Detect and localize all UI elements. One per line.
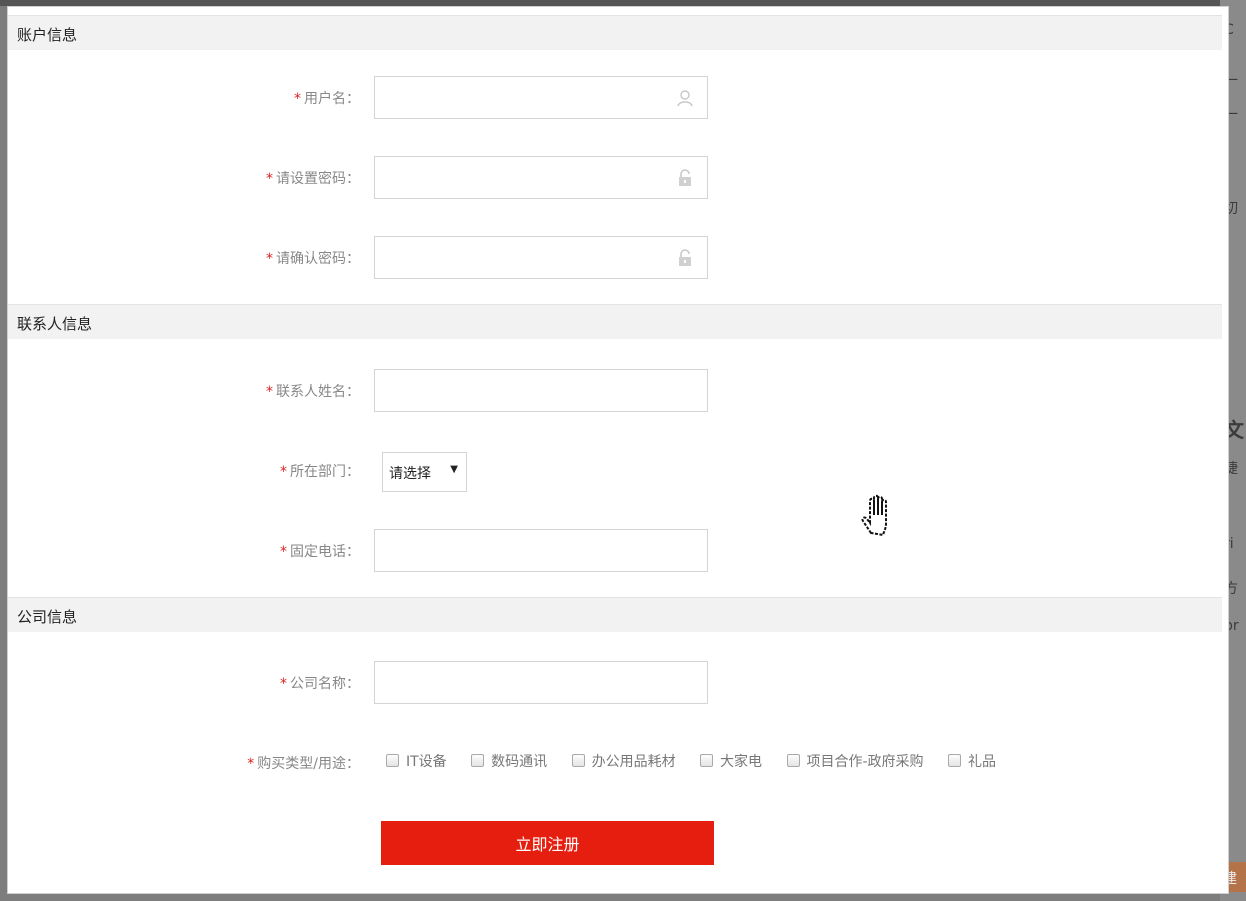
password-row: * 请设置密码： (8, 156, 1222, 200)
password-label-text: 请设置密码： (276, 171, 360, 187)
contact-name-label-text: 联系人姓名： (276, 384, 360, 400)
confirm-password-label-text: 请确认密码： (276, 251, 360, 267)
username-label: * 用户名： (294, 88, 360, 108)
section-header-company: 公司信息 (8, 597, 1222, 632)
contact-name-input[interactable] (374, 369, 708, 412)
required-mark: * (247, 756, 255, 772)
required-mark: * (266, 384, 273, 400)
username-label-text: 用户名： (304, 91, 360, 107)
purpose-label-text: 购买类型/用途： (257, 756, 360, 772)
phone-input[interactable] (374, 529, 708, 572)
purpose-row: * 购买类型/用途： IT设备 数码通讯 办公用品耗材 大家电 项目合作-政府采购… (8, 741, 1222, 785)
purpose-option-it[interactable]: IT设备 (386, 751, 447, 771)
section-header-account: 账户信息 (8, 15, 1222, 50)
purpose-option-label: 项目合作-政府采购 (806, 754, 924, 770)
lock-icon (679, 169, 691, 186)
purpose-label: * 购买类型/用途： (247, 753, 360, 773)
purpose-option-gift[interactable]: 礼品 (948, 751, 996, 771)
department-select[interactable]: 请选择 ▼ (382, 452, 467, 492)
password-input[interactable] (374, 156, 708, 199)
phone-row: * 固定电话： (8, 529, 1222, 573)
required-mark: * (294, 91, 301, 107)
purpose-option-label: 礼品 (968, 754, 997, 770)
department-select-value: 请选择 (389, 466, 431, 482)
company-name-input[interactable] (374, 661, 708, 704)
checkbox[interactable] (948, 754, 962, 767)
purpose-option-project[interactable]: 项目合作-政府采购 (786, 751, 924, 771)
confirm-password-row: * 请确认密码： (8, 236, 1222, 280)
checkbox[interactable] (571, 754, 585, 767)
lock-icon (679, 249, 691, 266)
purpose-option-office[interactable]: 办公用品耗材 (571, 751, 676, 771)
phone-label-text: 固定电话： (290, 544, 360, 560)
department-label-text: 所在部门： (290, 464, 360, 480)
username-input[interactable] (374, 76, 708, 119)
required-mark: * (266, 251, 273, 267)
required-mark: * (280, 544, 287, 560)
username-row: * 用户名： (8, 76, 1222, 120)
required-mark: * (280, 464, 287, 480)
checkbox[interactable] (786, 754, 800, 767)
checkbox[interactable] (700, 754, 714, 767)
purpose-option-label: 大家电 (720, 754, 763, 770)
required-mark: * (266, 171, 273, 187)
confirm-password-label: * 请确认密码： (266, 248, 360, 268)
registration-dialog: 账户信息 * 用户名： * 请设置密码： * 请确认密码： 联系人信息 * 联系人姓名： (7, 6, 1229, 894)
dropdown-arrow-icon: ▼ (450, 464, 458, 475)
contact-name-label: * 联系人姓名： (266, 381, 360, 401)
hand-cursor-icon (861, 494, 887, 537)
purpose-option-label: IT设备 (406, 754, 447, 770)
register-button[interactable]: 立即注册 (381, 821, 714, 865)
company-name-row: * 公司名称： (8, 661, 1222, 705)
required-mark: * (280, 676, 287, 692)
company-name-label-text: 公司名称： (290, 676, 360, 692)
department-row: * 所在部门： 请选择 ▼ (8, 449, 1222, 493)
section-header-contact: 联系人信息 (8, 304, 1222, 339)
purpose-option-label: 数码通讯 (491, 754, 548, 770)
confirm-password-input[interactable] (374, 236, 708, 279)
password-label: * 请设置密码： (266, 168, 360, 188)
department-label: * 所在部门： (280, 461, 360, 481)
contact-name-row: * 联系人姓名： (8, 369, 1222, 413)
company-name-label: * 公司名称： (280, 673, 360, 693)
purpose-option-digital[interactable]: 数码通讯 (471, 751, 547, 771)
checkbox[interactable] (471, 754, 485, 767)
purpose-option-appliance[interactable]: 大家电 (700, 751, 762, 771)
phone-label: * 固定电话： (280, 541, 360, 561)
purpose-checkbox-group: IT设备 数码通讯 办公用品耗材 大家电 项目合作-政府采购 礼品 (386, 751, 1016, 771)
purpose-option-label: 办公用品耗材 (591, 754, 676, 770)
user-icon (677, 90, 693, 107)
checkbox[interactable] (386, 754, 399, 767)
